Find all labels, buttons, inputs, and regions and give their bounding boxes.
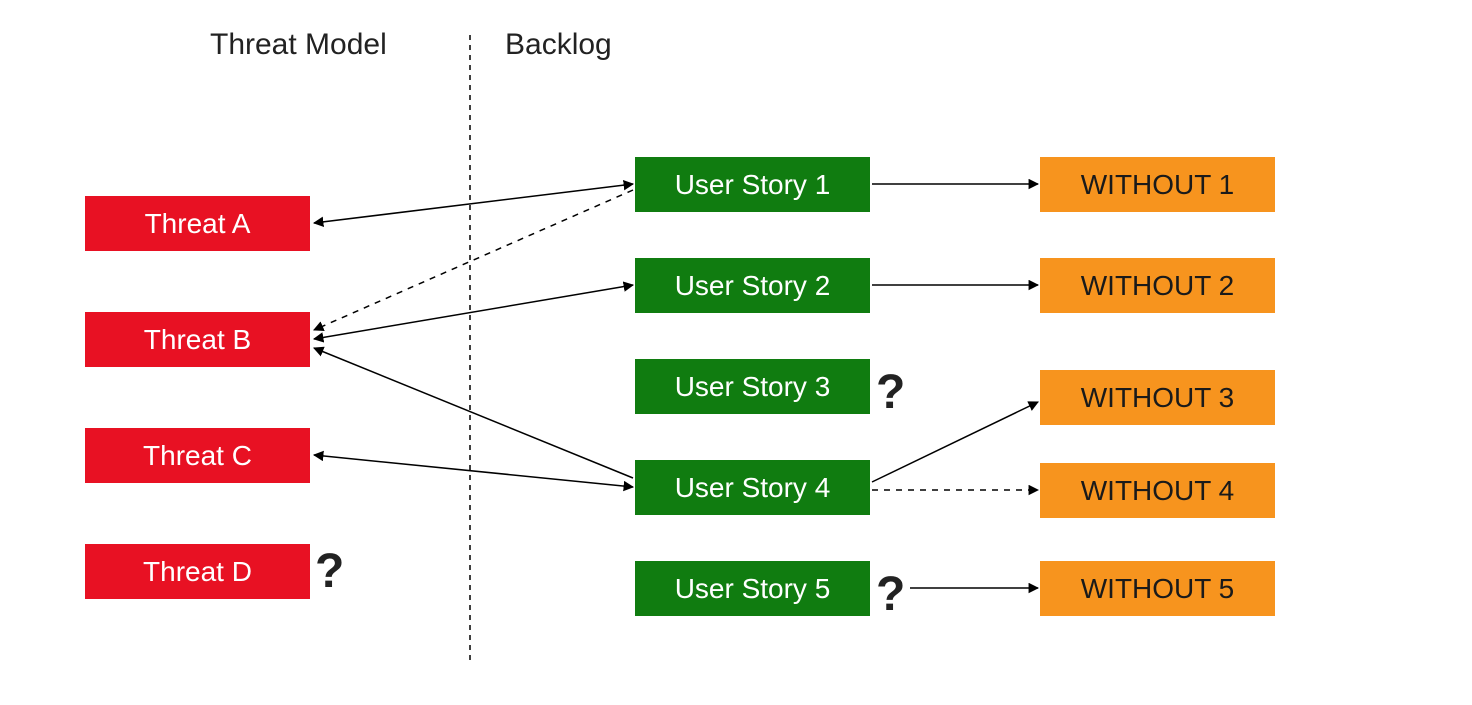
user-story-2: User Story 2 xyxy=(635,258,870,313)
user-story-4: User Story 4 xyxy=(635,460,870,515)
heading-threat-model: Threat Model xyxy=(210,28,387,62)
threat-d: Threat D xyxy=(85,544,310,599)
question-mark-icon: ? xyxy=(876,567,905,622)
without-4: WITHOUT 4 xyxy=(1040,463,1275,518)
without-5: WITHOUT 5 xyxy=(1040,561,1275,616)
question-mark-icon: ? xyxy=(876,365,905,420)
without-3: WITHOUT 3 xyxy=(1040,370,1275,425)
threat-b: Threat B xyxy=(85,312,310,367)
question-mark-icon: ? xyxy=(315,544,344,599)
threat-c: Threat C xyxy=(85,428,310,483)
without-1: WITHOUT 1 xyxy=(1040,157,1275,212)
user-story-1: User Story 1 xyxy=(635,157,870,212)
without-2: WITHOUT 2 xyxy=(1040,258,1275,313)
user-story-3: User Story 3 xyxy=(635,359,870,414)
user-story-5: User Story 5 xyxy=(635,561,870,616)
threat-a: Threat A xyxy=(85,196,310,251)
diagram-stage: Threat Model Backlog Threat A Threat B T… xyxy=(0,0,1472,705)
heading-backlog: Backlog xyxy=(505,28,612,62)
